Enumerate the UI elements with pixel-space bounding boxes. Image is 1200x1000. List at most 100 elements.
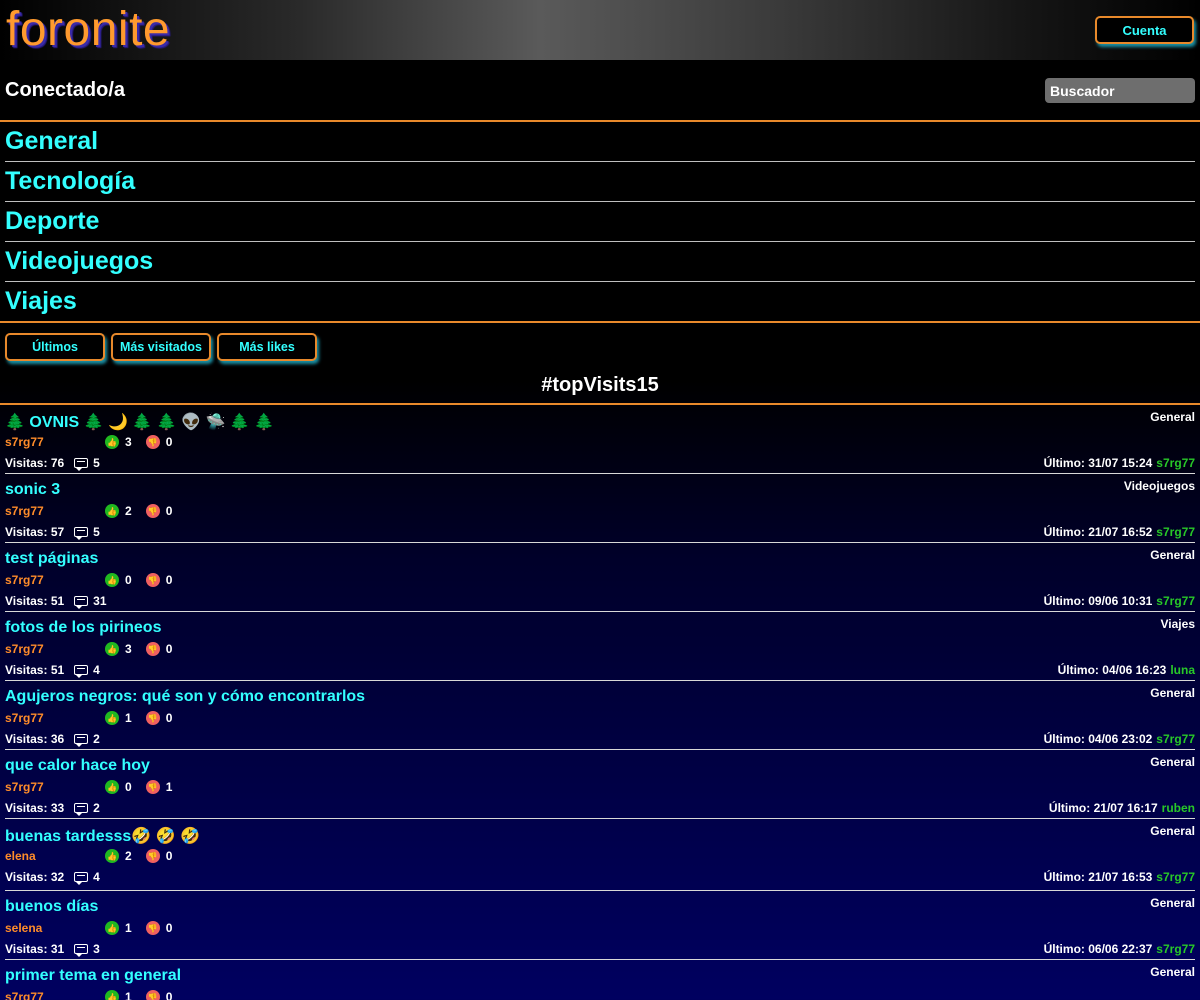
category-nav: General Tecnología Deporte Videojuegos V… (0, 122, 1200, 322)
account-button[interactable]: Cuenta (1095, 16, 1194, 44)
topic-title-link[interactable]: buenas tardesss🤣 🤣 🤣 (5, 826, 200, 846)
topic-author[interactable]: s7rg77 (5, 780, 44, 794)
topic-votes: 👍 0 👎 1 (105, 780, 186, 794)
thumbs-up-icon[interactable]: 👍 (105, 849, 119, 863)
last-user[interactable]: s7rg77 (1156, 594, 1195, 608)
topic-last-post: Último: 21/07 16:17 ruben (1049, 801, 1195, 815)
last-date: 21/07 16:53 (1088, 870, 1153, 884)
comment-count: 2 (93, 801, 100, 815)
comment-icon (74, 872, 89, 885)
last-user[interactable]: ruben (1162, 801, 1195, 815)
topic-title-link[interactable]: 🌲 OVNIS 🌲 🌙 🌲 🌲 👽 🛸 🌲 🌲 (5, 412, 274, 432)
category-general[interactable]: General (5, 122, 1195, 162)
topic-title-link[interactable]: buenos días (5, 898, 98, 916)
thumbs-down-icon[interactable]: 👎 (145, 642, 160, 656)
topic-title-link[interactable]: sonic 3 (5, 481, 60, 499)
last-user[interactable]: s7rg77 (1156, 456, 1195, 470)
last-label: Último: (1048, 801, 1091, 815)
topic-author[interactable]: s7rg77 (5, 711, 44, 725)
topic-category: Videojuegos (1123, 479, 1195, 493)
like-count: 3 (125, 642, 132, 656)
thumbs-up-icon[interactable]: 👍 (105, 711, 119, 725)
sort-most-liked-button[interactable]: Más likes (217, 333, 317, 361)
topic-row: 🌲 OVNIS 🌲 🌙 🌲 🌲 👽 🛸 🌲 🌲 General s7rg77 👍 3 👎 0… (5, 405, 1195, 474)
thumbs-up-icon[interactable]: 👍 (105, 573, 119, 587)
comment-count: 2 (93, 732, 100, 746)
category-deporte[interactable]: Deporte (5, 202, 1195, 242)
thumbs-up-icon[interactable]: 👍 (105, 990, 119, 1000)
category-tecnologia[interactable]: Tecnología (5, 162, 1195, 202)
last-label: Último: (1043, 870, 1085, 884)
topic-author[interactable]: s7rg77 (5, 573, 44, 587)
dislike-count: 0 (165, 849, 173, 863)
thumbs-up-icon[interactable]: 👍 (105, 780, 119, 794)
topic-row: primer tema en general General s7rg77 👍 1 👎 0 (5, 960, 1195, 1000)
topic-author[interactable]: s7rg77 (5, 504, 44, 518)
category-videojuegos[interactable]: Videojuegos (5, 242, 1195, 282)
thumbs-down-icon[interactable]: 👎 (145, 921, 160, 935)
topic-votes: 👍 1 👎 0 (105, 711, 186, 725)
topic-category: General (1150, 686, 1195, 700)
topic-votes: 👍 3 👎 0 (105, 435, 186, 449)
comment-icon (74, 803, 89, 816)
topic-author[interactable]: selena (5, 921, 42, 935)
topic-title-link[interactable]: que calor hace hoy (5, 757, 150, 775)
topic-author[interactable]: s7rg77 (5, 642, 44, 656)
topic-list: 🌲 OVNIS 🌲 🌙 🌲 🌲 👽 🛸 🌲 🌲 General s7rg77 👍 3 👎 0… (0, 405, 1200, 1000)
visits-label: Visitas: (5, 801, 48, 815)
thumbs-up-icon[interactable]: 👍 (105, 921, 119, 935)
thumbs-up-icon[interactable]: 👍 (105, 504, 119, 518)
thumbs-down-icon[interactable]: 👎 (145, 573, 160, 587)
thumbs-up-icon[interactable]: 👍 (105, 435, 119, 449)
site-logo[interactable]: foronite (6, 2, 170, 58)
thumbs-down-icon[interactable]: 👎 (145, 780, 160, 794)
visit-count: 32 (50, 870, 65, 884)
topic-author[interactable]: elena (5, 849, 36, 863)
topic-author[interactable]: s7rg77 (5, 990, 44, 1000)
category-viajes[interactable]: Viajes (5, 282, 1195, 322)
topic-last-post: Último: 04/06 16:23 luna (1058, 663, 1195, 677)
last-user[interactable]: s7rg77 (1156, 525, 1195, 539)
dislike-count: 0 (165, 711, 173, 725)
last-user[interactable]: luna (1170, 663, 1195, 677)
topic-stats: Visitas: 76 5 (5, 456, 100, 471)
comment-count: 31 (93, 594, 107, 608)
topic-title-link[interactable]: primer tema en general (5, 967, 181, 985)
topic-title-link[interactable]: fotos de los pirineos (5, 619, 161, 637)
comment-icon (74, 734, 89, 747)
comment-icon (74, 596, 89, 609)
thumbs-up-icon[interactable]: 👍 (105, 642, 119, 656)
visit-count: 76 (50, 456, 65, 470)
thumbs-down-icon[interactable]: 👎 (145, 711, 160, 725)
topic-author[interactable]: s7rg77 (5, 435, 44, 449)
topic-last-post: Último: 31/07 15:24 s7rg77 (1044, 456, 1195, 470)
thumbs-down-icon[interactable]: 👎 (145, 435, 160, 449)
last-user[interactable]: s7rg77 (1156, 870, 1195, 884)
site-header: foronite Cuenta (0, 0, 1200, 60)
topic-last-post: Último: 09/06 10:31 s7rg77 (1044, 594, 1195, 608)
visits-label: Visitas: (5, 870, 48, 884)
topic-title-link[interactable]: Agujeros negros: qué son y cómo encontra… (5, 688, 365, 706)
sort-latest-button[interactable]: Últimos (5, 333, 105, 361)
topic-category: General (1150, 410, 1195, 424)
thumbs-down-icon[interactable]: 👎 (145, 990, 160, 1000)
topic-votes: 👍 1 👎 0 (105, 990, 186, 1000)
last-label: Último: (1057, 663, 1099, 677)
last-user[interactable]: s7rg77 (1156, 942, 1195, 956)
topic-last-post: Último: 06/06 22:37 s7rg77 (1044, 942, 1195, 956)
topic-category: Viajes (1160, 617, 1195, 631)
thumbs-down-icon[interactable]: 👎 (145, 504, 160, 518)
sort-most-visited-button[interactable]: Más visitados (111, 333, 211, 361)
last-date: 31/07 15:24 (1088, 456, 1153, 470)
search-input[interactable] (1045, 78, 1195, 103)
topic-title-link[interactable]: test páginas (5, 550, 98, 568)
dislike-count: 0 (165, 642, 173, 656)
last-user[interactable]: s7rg77 (1156, 732, 1195, 746)
topic-last-post: Último: 21/07 16:53 s7rg77 (1044, 870, 1195, 884)
thumbs-down-icon[interactable]: 👎 (145, 849, 160, 863)
dislike-count: 1 (165, 780, 173, 794)
comment-count: 5 (93, 525, 100, 539)
topic-stats: Visitas: 57 5 (5, 525, 100, 540)
last-date: 21/07 16:17 (1093, 801, 1158, 815)
comment-icon (74, 665, 89, 678)
